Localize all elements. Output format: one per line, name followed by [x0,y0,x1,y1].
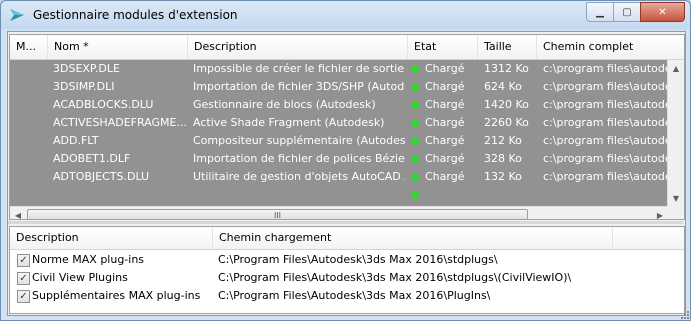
status-loaded-icon [411,173,419,181]
table-row[interactable]: ADTOBJECTS.DLU Utilitaire de gestion d'o… [10,168,670,186]
plugin-description: Importation de fichier 3DS/SHP (Autodesk… [193,80,405,93]
plugin-status: Chargé [425,134,465,147]
plugin-name: ACADBLOCKS.DLU [53,98,154,111]
status-loaded-icon [411,137,419,145]
plugin-rows: 3DSEXP.DLE Impossible de créer le fichie… [10,60,670,206]
plugin-size: 624 Ko [484,80,522,93]
maximize-button[interactable]: ▢ [613,2,641,22]
plugin-status: Chargé [425,170,465,183]
plugin-name: ACTIVESHADEFRAGME... [53,116,186,129]
3dsmax-app-icon [10,9,24,21]
list-item[interactable]: ✓ Civil View Plugins C:\Program Files\Au… [10,269,684,287]
table-row[interactable]: 3DSEXP.DLE Impossible de créer le fichie… [10,60,670,78]
enable-checkbox[interactable]: ✓ [17,272,30,285]
plugin-status: Chargé [425,116,465,129]
status-loaded-icon [411,191,419,199]
plugin-description: Gestionnaire de blocs (Autodesk) [193,98,376,111]
plugin-status: Chargé [425,98,465,111]
plugin-size: 1420 Ko [484,98,529,111]
plugin-description: Importation de fichier de polices Bézier… [193,152,405,165]
path-description: Civil View Plugins [32,271,128,284]
plugin-path: c:\program files\autodesk [543,170,670,183]
scrollbar-corner [668,206,684,219]
plugin-description: Impossible de créer le fichier de sortie [193,62,405,75]
plugin-name: 3DSIMP.DLI [53,80,115,93]
minimize-button[interactable]: ▁ [586,2,614,22]
plugin-table: M... Nom * Description Etat Taille Chemi… [9,34,685,220]
plugin-manager-window: Gestionnaire modules d'extension ▁ ▢ ✕ M… [0,0,691,321]
table-row[interactable]: 3DSIMP.DLI Importation de fichier 3DS/SH… [10,78,670,96]
plugin-size: 2260 Ko [484,116,529,129]
table-row[interactable]: ADOBET1.DLF Importation de fichier de po… [10,150,670,168]
scroll-down-arrow-icon[interactable]: ▼ [668,190,684,206]
plugin-status: Chargé [425,80,465,93]
enable-checkbox[interactable]: ✓ [17,254,30,267]
load-path-table: Description Chemin chargement ✓ Norme MA… [9,226,685,314]
plugin-description: Utilitaire de gestion d'objets AutoCAD A… [193,170,405,183]
column-header-load-path[interactable]: Chemin chargement [213,227,613,249]
status-loaded-icon [411,65,419,73]
load-path: C:\Program Files\Autodesk\3ds Max 2016\s… [218,253,498,266]
plugin-path: c:\program files\autodesk [543,134,670,147]
scroll-up-arrow-icon[interactable]: ▲ [668,60,684,76]
status-loaded-icon [411,155,419,163]
plugin-path: c:\program files\autodesk [543,98,670,111]
load-path: C:\Program Files\Autodesk\3ds Max 2016\P… [218,289,491,302]
plugin-size: 1312 Ko [484,62,529,75]
list-item[interactable]: ✓ Supplémentaires MAX plug-ins C:\Progra… [10,287,684,305]
column-header-status[interactable]: Etat [408,35,478,59]
scroll-right-arrow-icon[interactable]: ▶ [652,207,668,220]
panel-splitter[interactable] [8,221,683,224]
horizontal-scroll-thumb[interactable]: III [27,209,528,219]
column-header-empty [613,227,684,249]
plugin-path: c:\program files\autodesk [543,62,670,75]
path-description: Norme MAX plug-ins [32,253,145,266]
plugin-description: Compositeur supplémentaire (Autodesk) [193,134,405,147]
enable-checkbox[interactable]: ✓ [17,290,30,303]
horizontal-scrollbar[interactable]: ◀ III ▶ [10,206,668,220]
column-header-path[interactable]: Chemin complet [537,35,684,59]
plugin-path: c:\program files\autodesk [543,116,670,129]
plugin-name: ADTOBJECTS.DLU [53,170,150,183]
plugin-size: 132 Ko [484,170,522,183]
status-loaded-icon [411,101,419,109]
plugin-name: ADOBET1.DLF [53,152,131,165]
column-header-path-description[interactable]: Description [10,227,213,249]
table-row[interactable]: ACADBLOCKS.DLU Gestionnaire de blocs (Au… [10,96,670,114]
plugin-path: c:\program files\autodesk [543,80,670,93]
close-button[interactable]: ✕ [640,2,685,22]
table-row[interactable] [10,186,670,204]
plugin-size: 212 Ko [484,134,522,147]
load-path: C:\Program Files\Autodesk\3ds Max 2016\s… [218,271,572,284]
plugin-name: ADD.FLT [53,134,99,147]
list-item[interactable]: ✓ Norme MAX plug-ins C:\Program Files\Au… [10,251,684,269]
window-title: Gestionnaire modules d'extension [33,8,238,22]
load-path-header: Description Chemin chargement [10,227,684,250]
column-header-m[interactable]: M... [10,35,48,59]
plugin-table-header: M... Nom * Description Etat Taille Chemi… [10,35,684,60]
column-header-name[interactable]: Nom * [48,35,188,59]
plugin-path: c:\program files\autodesk [543,152,670,165]
status-loaded-icon [411,83,419,91]
table-row[interactable]: ACTIVESHADEFRAGME... Active Shade Fragme… [10,114,670,132]
column-header-description[interactable]: Description [188,35,408,59]
vertical-scrollbar[interactable]: ▲ ▼ [667,60,684,206]
path-description: Supplémentaires MAX plug-ins [32,289,201,302]
table-row[interactable]: ADD.FLT Compositeur supplémentaire (Auto… [10,132,670,150]
status-loaded-icon [411,119,419,127]
column-header-size[interactable]: Taille [478,35,537,59]
plugin-size: 328 Ko [484,152,522,165]
plugin-name: 3DSEXP.DLE [53,62,120,75]
client-area: M... Nom * Description Etat Taille Chemi… [7,31,686,316]
title-bar[interactable]: Gestionnaire modules d'extension ▁ ▢ ✕ [1,1,690,30]
plugin-status: Chargé [425,152,465,165]
plugin-status: Chargé [425,62,465,75]
scroll-left-arrow-icon[interactable]: ◀ [10,207,26,220]
resize-grip-icon[interactable] [679,309,689,319]
plugin-description: Active Shade Fragment (Autodesk) [193,116,385,129]
